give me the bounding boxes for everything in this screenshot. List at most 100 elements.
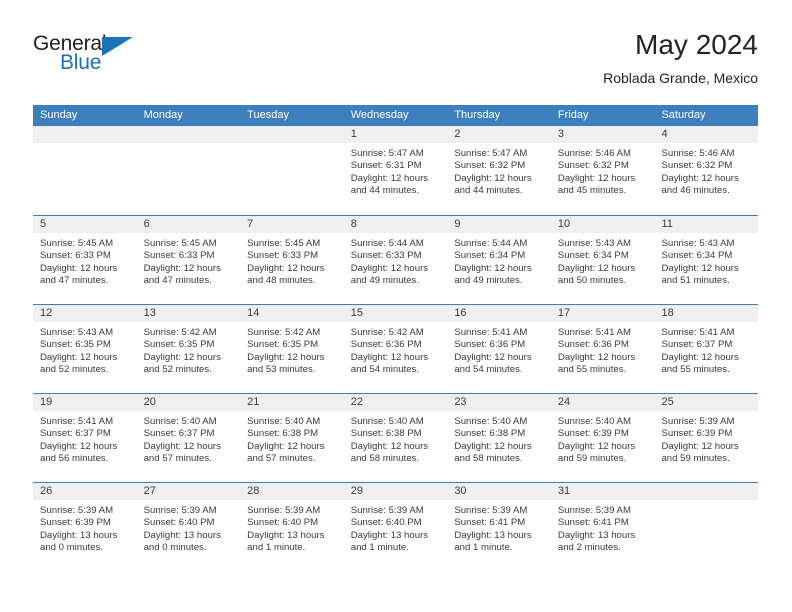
calendar-day-cell[interactable]: 20 Sunrise: 5:40 AM Sunset: 6:37 PM Dayligh… bbox=[136, 394, 241, 482]
day-details: Sunrise: 5:40 AM Sunset: 6:38 PM Daylight:… bbox=[344, 411, 448, 465]
calendar-day-cell[interactable]: 21 Sunrise: 5:40 AM Sunset: 6:38 PM Dayligh… bbox=[240, 394, 344, 482]
sunset-text: Sunset: 6:38 PM bbox=[454, 428, 526, 440]
calendar-day-cell[interactable]: 7 Sunrise: 5:45 AM Sunset: 6:33 PM Daylight… bbox=[240, 216, 344, 304]
day-details: Sunrise: 5:41 AM Sunset: 6:37 PM Daylight:… bbox=[33, 411, 137, 465]
sunset-text: Sunset: 6:37 PM bbox=[40, 428, 111, 440]
calendar-day-cell[interactable]: 27 Sunrise: 5:39 AM Sunset: 6:40 PM Dayligh… bbox=[136, 483, 241, 571]
day-number: 22 bbox=[343, 394, 448, 411]
sunrise-text: Sunrise: 5:39 AM bbox=[40, 505, 114, 516]
calendar-day-cell[interactable]: 17 Sunrise: 5:41 AM Sunset: 6:36 PM Dayligh… bbox=[550, 305, 655, 393]
daylight-text: Daylight: 12 hours and 56 minutes. bbox=[40, 440, 118, 464]
sunset-text: Sunset: 6:39 PM bbox=[557, 428, 629, 440]
day-number bbox=[654, 483, 759, 500]
sunset-text: Sunset: 6:36 PM bbox=[350, 339, 422, 351]
calendar-day-cell[interactable]: 26 Sunrise: 5:39 AM Sunset: 6:39 PM Dayligh… bbox=[33, 483, 137, 571]
day-number: 10 bbox=[550, 216, 655, 233]
day-details: Sunrise: 5:39 AM Sunset: 6:41 PM Daylight:… bbox=[447, 500, 551, 554]
weekday-header-monday: Monday bbox=[143, 109, 183, 121]
calendar-day-cell[interactable]: 14 Sunrise: 5:42 AM Sunset: 6:35 PM Dayligh… bbox=[240, 305, 344, 393]
daylight-text: Daylight: 12 hours and 49 minutes. bbox=[454, 262, 532, 286]
calendar-day-cell[interactable]: 6 Sunrise: 5:45 AM Sunset: 6:33 PM Daylight… bbox=[136, 216, 241, 304]
sunrise-text: Sunrise: 5:41 AM bbox=[454, 327, 528, 338]
calendar-day-cell[interactable]: 10 Sunrise: 5:43 AM Sunset: 6:34 PM Dayligh… bbox=[550, 216, 655, 304]
day-number: 31 bbox=[550, 483, 655, 500]
sunrise-text: Sunrise: 5:41 AM bbox=[40, 416, 114, 427]
day-number bbox=[240, 126, 344, 143]
day-number bbox=[136, 126, 241, 143]
daylight-text: Daylight: 13 hours and 0 minutes. bbox=[143, 529, 221, 553]
sunset-text: Sunset: 6:39 PM bbox=[40, 517, 111, 529]
daylight-text: Daylight: 12 hours and 52 minutes. bbox=[40, 351, 118, 375]
daylight-text: Daylight: 12 hours and 59 minutes. bbox=[661, 440, 739, 464]
calendar-day-cell[interactable]: 5 Sunrise: 5:45 AM Sunset: 6:33 PM Daylight… bbox=[33, 216, 137, 304]
calendar-day-cell[interactable]: 29 Sunrise: 5:39 AM Sunset: 6:40 PM Dayligh… bbox=[343, 483, 448, 571]
sunset-text: Sunset: 6:37 PM bbox=[661, 339, 733, 351]
day-number: 26 bbox=[33, 483, 137, 500]
day-details: Sunrise: 5:45 AM Sunset: 6:33 PM Daylight:… bbox=[33, 233, 137, 287]
daylight-text: Daylight: 12 hours and 50 minutes. bbox=[557, 262, 636, 286]
day-details: Sunrise: 5:44 AM Sunset: 6:33 PM Daylight:… bbox=[344, 233, 448, 287]
general-blue-logo[interactable]: General Blue bbox=[33, 32, 143, 84]
sunrise-text: Sunrise: 5:39 AM bbox=[454, 505, 528, 516]
sunrise-text: Sunrise: 5:39 AM bbox=[557, 505, 631, 516]
sunrise-text: Sunrise: 5:43 AM bbox=[557, 238, 631, 249]
daylight-text: Daylight: 12 hours and 58 minutes. bbox=[350, 440, 429, 464]
day-number: 16 bbox=[447, 305, 551, 322]
daylight-text: Daylight: 13 hours and 1 minute. bbox=[350, 529, 429, 553]
daylight-text: Daylight: 12 hours and 57 minutes. bbox=[143, 440, 221, 464]
sunrise-text: Sunrise: 5:45 AM bbox=[247, 238, 321, 249]
sunset-text: Sunset: 6:34 PM bbox=[557, 250, 629, 262]
daylight-text: Daylight: 12 hours and 55 minutes. bbox=[661, 351, 739, 375]
calendar-day-cell[interactable]: 16 Sunrise: 5:41 AM Sunset: 6:36 PM Dayligh… bbox=[447, 305, 551, 393]
calendar-week-row: 19 Sunrise: 5:41 AM Sunset: 6:37 PM Dayligh… bbox=[33, 393, 759, 482]
calendar-day-cell[interactable]: 9 Sunrise: 5:44 AM Sunset: 6:34 PM Daylight… bbox=[447, 216, 551, 304]
day-number: 25 bbox=[654, 394, 759, 411]
sunrise-text: Sunrise: 5:41 AM bbox=[557, 327, 631, 338]
day-details: Sunrise: 5:39 AM Sunset: 6:39 PM Daylight:… bbox=[654, 411, 758, 465]
calendar-day-cell[interactable]: 11 Sunrise: 5:43 AM Sunset: 6:34 PM Dayligh… bbox=[654, 216, 759, 304]
page-header: General Blue May 2024 Roblada Grande, Me… bbox=[33, 28, 758, 96]
calendar-day-cell[interactable]: 28 Sunrise: 5:39 AM Sunset: 6:40 PM Dayligh… bbox=[240, 483, 344, 571]
day-details: Sunrise: 5:43 AM Sunset: 6:34 PM Daylight:… bbox=[654, 233, 758, 287]
day-details: Sunrise: 5:47 AM Sunset: 6:31 PM Daylight:… bbox=[344, 143, 448, 197]
sunrise-text: Sunrise: 5:40 AM bbox=[350, 416, 424, 427]
sunrise-text: Sunrise: 5:39 AM bbox=[247, 505, 321, 516]
day-number: 28 bbox=[240, 483, 344, 500]
weekday-header-tuesday: Tuesday bbox=[247, 109, 289, 121]
daylight-text: Daylight: 12 hours and 47 minutes. bbox=[143, 262, 221, 286]
calendar-day-cell[interactable]: 3 Sunrise: 5:46 AM Sunset: 6:32 PM Daylight… bbox=[550, 126, 655, 215]
sunrise-text: Sunrise: 5:44 AM bbox=[454, 238, 528, 249]
sunrise-text: Sunrise: 5:46 AM bbox=[557, 148, 631, 159]
calendar-day-cell[interactable]: 31 Sunrise: 5:39 AM Sunset: 6:41 PM Dayligh… bbox=[550, 483, 655, 571]
calendar-day-cell[interactable]: 24 Sunrise: 5:40 AM Sunset: 6:39 PM Dayligh… bbox=[550, 394, 655, 482]
calendar-day-cell[interactable]: 13 Sunrise: 5:42 AM Sunset: 6:35 PM Dayligh… bbox=[136, 305, 241, 393]
calendar-day-cell[interactable]: 1 Sunrise: 5:47 AM Sunset: 6:31 PM Daylight… bbox=[343, 126, 448, 215]
calendar-day-cell[interactable]: 12 Sunrise: 5:43 AM Sunset: 6:35 PM Dayligh… bbox=[33, 305, 137, 393]
calendar-day-cell[interactable]: 25 Sunrise: 5:39 AM Sunset: 6:39 PM Dayligh… bbox=[654, 394, 759, 482]
day-details: Sunrise: 5:46 AM Sunset: 6:32 PM Daylight:… bbox=[551, 143, 655, 197]
weekday-header-saturday: Saturday bbox=[661, 109, 706, 121]
sunset-text: Sunset: 6:41 PM bbox=[454, 517, 526, 529]
calendar-day-cell[interactable]: 15 Sunrise: 5:42 AM Sunset: 6:36 PM Dayligh… bbox=[343, 305, 448, 393]
sunrise-text: Sunrise: 5:39 AM bbox=[661, 416, 735, 427]
sunrise-text: Sunrise: 5:45 AM bbox=[40, 238, 114, 249]
calendar-day-cell-empty bbox=[136, 126, 241, 215]
calendar-day-cell[interactable]: 18 Sunrise: 5:41 AM Sunset: 6:37 PM Dayligh… bbox=[654, 305, 759, 393]
calendar-day-cell[interactable]: 23 Sunrise: 5:40 AM Sunset: 6:38 PM Dayligh… bbox=[447, 394, 551, 482]
sunset-text: Sunset: 6:39 PM bbox=[661, 428, 733, 440]
daylight-text: Daylight: 12 hours and 44 minutes. bbox=[350, 172, 429, 196]
calendar-day-cell[interactable]: 22 Sunrise: 5:40 AM Sunset: 6:38 PM Dayligh… bbox=[343, 394, 448, 482]
calendar-day-cell[interactable]: 8 Sunrise: 5:44 AM Sunset: 6:33 PM Daylight… bbox=[343, 216, 448, 304]
day-number: 7 bbox=[240, 216, 344, 233]
weekday-header-wednesday: Wednesday bbox=[350, 109, 409, 121]
calendar-day-cell[interactable]: 19 Sunrise: 5:41 AM Sunset: 6:37 PM Dayligh… bbox=[33, 394, 137, 482]
calendar-day-cell[interactable]: 4 Sunrise: 5:46 AM Sunset: 6:32 PM Daylight… bbox=[654, 126, 759, 215]
day-details: Sunrise: 5:39 AM Sunset: 6:41 PM Daylight:… bbox=[551, 500, 655, 554]
day-number: 8 bbox=[343, 216, 448, 233]
sunrise-text: Sunrise: 5:42 AM bbox=[350, 327, 424, 338]
daylight-text: Daylight: 12 hours and 58 minutes. bbox=[454, 440, 532, 464]
calendar-day-cell[interactable]: 30 Sunrise: 5:39 AM Sunset: 6:41 PM Dayligh… bbox=[447, 483, 551, 571]
sunrise-text: Sunrise: 5:47 AM bbox=[350, 148, 424, 159]
daylight-text: Daylight: 12 hours and 54 minutes. bbox=[454, 351, 532, 375]
calendar-day-cell[interactable]: 2 Sunrise: 5:47 AM Sunset: 6:32 PM Daylight… bbox=[447, 126, 551, 215]
